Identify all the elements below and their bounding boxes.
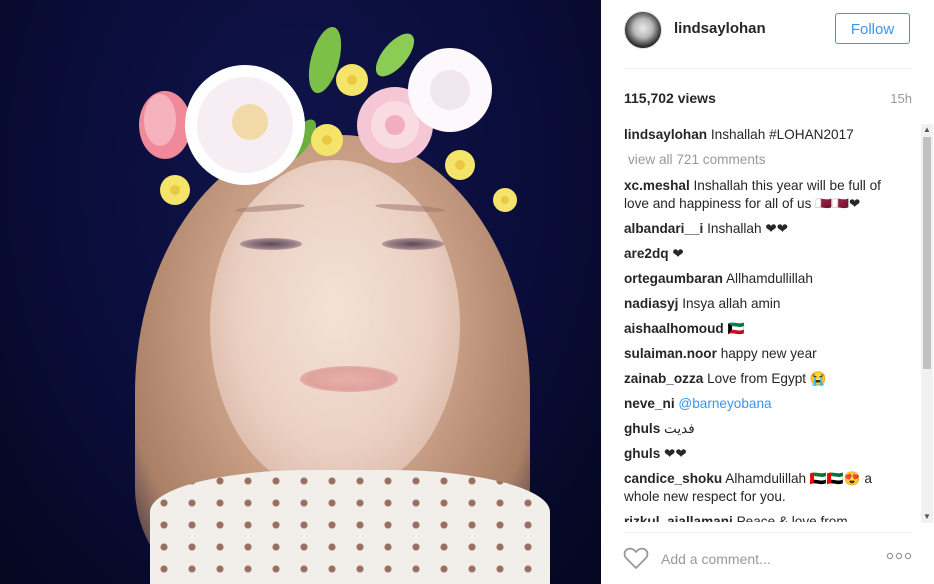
caption-text: Inshallah #LOHAN2017 <box>710 127 854 142</box>
post-photo[interactable] <box>0 0 601 584</box>
comment-username[interactable]: rizkul_aiallamani <box>624 514 733 522</box>
comment-text: Peace & love from <box>736 514 848 522</box>
comment-username[interactable]: ortegaumbaran <box>624 271 723 286</box>
post-header: lindsaylohan Follow <box>601 0 934 68</box>
post-panel: lindsaylohan Follow 115,702 views 15h li… <box>601 0 934 584</box>
comment-item: neve_ni @barneyobana <box>624 395 909 413</box>
heart-icon[interactable] <box>623 546 649 570</box>
photo-eye-left <box>240 238 302 250</box>
comment-text: فديت <box>664 421 695 436</box>
follow-button[interactable]: Follow <box>835 13 910 44</box>
comment-item: sulaiman.noor happy new year <box>624 345 909 363</box>
comment-item: ghuls فديت <box>624 420 909 438</box>
add-comment-input[interactable] <box>659 547 863 571</box>
comment-username[interactable]: candice_shoku <box>624 471 722 486</box>
caption-username[interactable]: lindsaylohan <box>624 127 707 142</box>
post-timestamp[interactable]: 15h <box>890 91 912 106</box>
comment-item: zainab_ozza Love from Egypt 😭 <box>624 370 909 388</box>
header-username[interactable]: lindsaylohan <box>674 20 766 37</box>
comment-username[interactable]: xc.meshal <box>624 178 690 193</box>
comment-username[interactable]: aishaalhomoud <box>624 321 724 336</box>
view-all-comments-link[interactable]: view all 721 comments <box>628 151 909 169</box>
comment-item: xc.meshal Inshallah this year will be fu… <box>624 177 909 213</box>
photo-lips <box>300 366 398 392</box>
comment-username[interactable]: albandari__i <box>624 221 703 236</box>
scrollbar-thumb[interactable] <box>923 137 931 369</box>
comment-item: aishaalhomoud 🇰🇼 <box>624 320 909 338</box>
comment-item: ortegaumbaran Allhamdullillah <box>624 270 909 288</box>
comment-username[interactable]: sulaiman.noor <box>624 346 717 361</box>
scroll-up-icon[interactable]: ▲ <box>921 124 933 136</box>
comment-text: ❤❤ <box>664 446 687 461</box>
comment-item: nadiasyj Insya allah amin <box>624 295 909 313</box>
comment-text[interactable]: @barneyobana <box>678 396 771 411</box>
more-options-icon[interactable] <box>886 550 912 562</box>
comment-text: Love from Egypt 😭 <box>707 371 827 386</box>
comment-text: ❤ <box>672 246 684 261</box>
comment-item: albandari__i Inshallah ❤❤ <box>624 220 909 238</box>
comment-item: rizkul_aiallamani Peace & love from <box>624 513 909 522</box>
comment-username[interactable]: neve_ni <box>624 396 675 411</box>
comment-username[interactable]: nadiasyj <box>624 296 678 311</box>
comment-username[interactable]: are2dq <box>624 246 669 261</box>
comment-username[interactable]: ghuls <box>624 446 660 461</box>
comment-item: ghuls ❤❤ <box>624 445 909 463</box>
scroll-down-icon[interactable]: ▼ <box>921 511 933 523</box>
comment-text: Allhamdullillah <box>725 271 813 286</box>
comment-text: happy new year <box>720 346 817 361</box>
comment-item: are2dq ❤ <box>624 245 909 263</box>
avatar[interactable] <box>624 11 662 49</box>
comments-scrollbar[interactable]: ▲ ▼ <box>921 124 933 523</box>
comments-list: lindsaylohan Inshallah #LOHAN2017 view a… <box>624 126 909 522</box>
post-footer <box>601 532 934 584</box>
comment-text: 🇰🇼 <box>727 321 745 336</box>
comment-item: candice_shoku Alhamdulillah 🇦🇪🇦🇪😍 a whol… <box>624 470 909 506</box>
photo-eye-right <box>382 238 444 250</box>
comment-text: Insya allah amin <box>682 296 781 311</box>
photo-shirt <box>150 470 550 584</box>
header-divider <box>624 68 912 69</box>
comment-username[interactable]: ghuls <box>624 421 660 436</box>
comment-text: Inshallah ❤❤ <box>707 221 789 236</box>
view-count: 115,702 views <box>624 90 716 106</box>
caption: lindsaylohan Inshallah #LOHAN2017 <box>624 126 909 144</box>
comment-username[interactable]: zainab_ozza <box>624 371 703 386</box>
